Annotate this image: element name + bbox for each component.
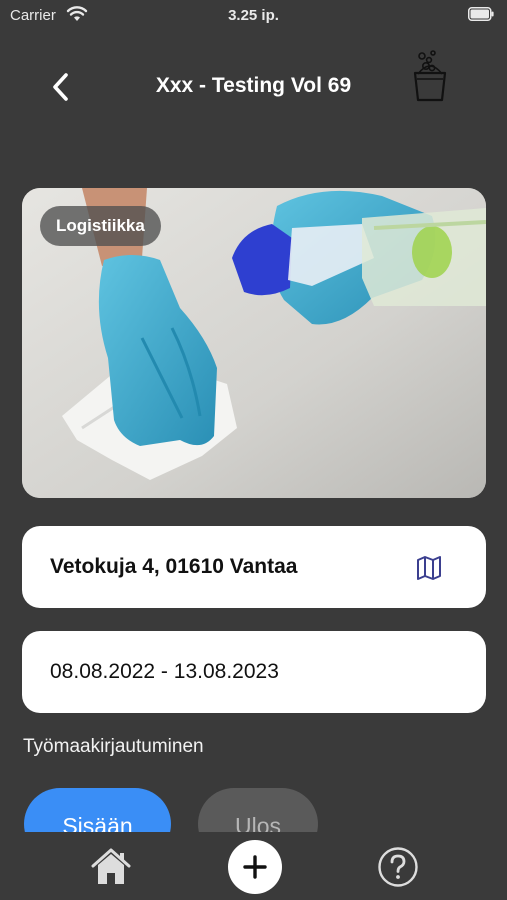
- site-login-buttons: Sisään Ulos: [0, 780, 507, 832]
- site-login-label: Työmaakirjautuminen: [23, 736, 204, 757]
- sign-in-button[interactable]: Sisään: [24, 788, 171, 832]
- back-button[interactable]: [44, 70, 78, 104]
- address-card[interactable]: Vetokuja 4, 01610 Vantaa: [22, 526, 486, 608]
- category-badge: Logistiikka: [40, 206, 161, 246]
- address-text: Vetokuja 4, 01610 Vantaa: [50, 555, 298, 578]
- battery-icon: [468, 7, 494, 21]
- chevron-left-icon: [53, 73, 68, 101]
- map-icon[interactable]: [416, 555, 442, 581]
- home-icon[interactable]: [90, 846, 132, 886]
- sign-out-button[interactable]: Ulos: [198, 788, 318, 832]
- bottom-tab-bar: [0, 832, 507, 900]
- status-bar: Carrier 3.25 ip.: [0, 0, 507, 30]
- plus-icon: [243, 855, 267, 879]
- page-title: Xxx - Testing Vol 69: [155, 74, 352, 97]
- cleaning-bucket-button[interactable]: [408, 48, 452, 106]
- add-button[interactable]: [228, 840, 282, 894]
- cleaning-bucket-icon: [413, 50, 447, 102]
- status-time: 3.25 ip.: [228, 7, 279, 24]
- date-range-text: 08.08.2022 - 13.08.2023: [50, 660, 279, 683]
- question-circle-icon[interactable]: [377, 846, 419, 888]
- site-image-card: Logistiikka: [22, 188, 486, 498]
- date-range-card: 08.08.2022 - 13.08.2023: [22, 631, 486, 713]
